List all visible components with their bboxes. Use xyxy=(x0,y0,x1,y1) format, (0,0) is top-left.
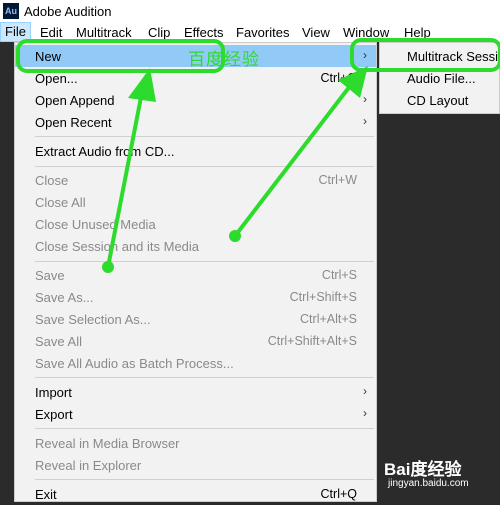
menu-clip[interactable]: Clip xyxy=(148,25,170,40)
submenu-item-label: CD Layout xyxy=(407,93,469,108)
menu-item-reveal-media-browser[interactable]: Reveal in Media Browser xyxy=(15,432,376,454)
shortcut-label: Ctrl+S xyxy=(321,268,357,282)
watermark-text: 百度经验 xyxy=(188,50,260,70)
menu-item-open[interactable]: Open... Ctrl+O xyxy=(15,67,376,89)
menu-item-import[interactable]: Import › xyxy=(15,381,376,403)
menu-item-label: New xyxy=(35,49,62,64)
submenu-item-label: Multitrack Session... xyxy=(407,49,499,64)
menu-edit[interactable]: Edit xyxy=(40,25,62,40)
menu-item-label: Extract Audio from CD... xyxy=(35,144,175,159)
menu-separator xyxy=(35,261,374,262)
audition-app-icon: Au xyxy=(3,3,19,19)
menu-item-label: Export xyxy=(35,407,73,422)
menu-separator xyxy=(35,428,374,429)
chevron-right-icon: › xyxy=(363,114,367,128)
menu-item-label: Reveal in Explorer xyxy=(35,458,142,473)
menu-item-reveal-explorer[interactable]: Reveal in Explorer xyxy=(15,454,376,476)
menu-item-label: Save As... xyxy=(35,290,94,305)
shortcut-label: Ctrl+Shift+Alt+S xyxy=(267,334,357,348)
menu-separator xyxy=(35,377,374,378)
menu-separator xyxy=(35,166,374,167)
menu-item-label: Open Recent xyxy=(35,115,112,130)
chevron-right-icon: › xyxy=(363,48,367,62)
menu-item-label: Close Unused Media xyxy=(35,217,156,232)
menu-window[interactable]: Window xyxy=(343,25,389,40)
chevron-right-icon: › xyxy=(363,384,367,398)
menu-item-close-session[interactable]: Close Session and its Media xyxy=(15,235,376,257)
chevron-right-icon: › xyxy=(363,92,367,106)
shortcut-label: Ctrl+Alt+S xyxy=(300,312,357,326)
menu-item-label: Import xyxy=(35,385,72,400)
menu-item-save-all-batch[interactable]: Save All Audio as Batch Process... xyxy=(15,352,376,374)
menu-item-label: Close All xyxy=(35,195,86,210)
app-title: Adobe Audition xyxy=(24,4,112,19)
new-submenu: Multitrack Session... Audio File... CD L… xyxy=(379,42,500,114)
chevron-right-icon: › xyxy=(363,406,367,420)
menu-file[interactable]: File xyxy=(0,22,31,42)
submenu-item-multitrack-session[interactable]: Multitrack Session... xyxy=(380,45,499,67)
baidu-url: jingyan.baidu.com xyxy=(388,478,469,489)
menu-item-close[interactable]: Close Ctrl+W xyxy=(15,169,376,191)
menu-item-label: Reveal in Media Browser xyxy=(35,436,180,451)
menu-item-label: Open Append xyxy=(35,93,115,108)
shortcut-label: Ctrl+Q xyxy=(320,487,357,501)
menu-item-label: Save All xyxy=(35,334,82,349)
menu-item-label: Close xyxy=(35,173,69,188)
menu-bar: File Edit Multitrack Clip Effects Favori… xyxy=(0,22,500,42)
menu-item-extract-audio[interactable]: Extract Audio from CD... xyxy=(15,140,376,162)
menu-item-label: Save xyxy=(35,268,65,283)
menu-item-label: Open... xyxy=(35,71,78,86)
menu-item-label: Save All Audio as Batch Process... xyxy=(35,356,234,371)
menu-item-close-unused-media[interactable]: Close Unused Media xyxy=(15,213,376,235)
menu-favorites[interactable]: Favorites xyxy=(236,25,289,40)
menu-item-exit[interactable]: Exit Ctrl+Q xyxy=(15,483,376,505)
shortcut-label: Ctrl+O xyxy=(320,71,357,85)
menu-item-label: Save Selection As... xyxy=(35,312,151,327)
menu-item-save-all[interactable]: Save All Ctrl+Shift+Alt+S xyxy=(15,330,376,352)
shortcut-label: Ctrl+Shift+S xyxy=(289,290,357,304)
title-bar: Au Adobe Audition xyxy=(0,0,500,22)
menu-help[interactable]: Help xyxy=(404,25,431,40)
menu-item-save-selection[interactable]: Save Selection As... Ctrl+Alt+S xyxy=(15,308,376,330)
submenu-item-cd-layout[interactable]: CD Layout xyxy=(380,89,499,111)
submenu-item-label: Audio File... xyxy=(407,71,476,86)
menu-item-close-all[interactable]: Close All xyxy=(15,191,376,213)
menu-multitrack[interactable]: Multitrack xyxy=(76,25,132,40)
menu-item-label: Close Session and its Media xyxy=(35,239,200,254)
menu-item-open-append[interactable]: Open Append › xyxy=(15,89,376,111)
menu-item-export[interactable]: Export › xyxy=(15,403,376,425)
baidu-logo: Bai度经验 xyxy=(384,460,462,479)
menu-item-save[interactable]: Save Ctrl+S xyxy=(15,264,376,286)
menu-separator xyxy=(35,136,374,137)
menu-item-open-recent[interactable]: Open Recent › xyxy=(15,111,376,133)
submenu-item-audio-file[interactable]: Audio File... xyxy=(380,67,499,89)
shortcut-label: Ctrl+W xyxy=(318,173,357,187)
file-menu-dropdown: New › Open... Ctrl+O Open Append › Open … xyxy=(14,42,377,502)
menu-separator xyxy=(35,479,374,480)
menu-item-save-as[interactable]: Save As... Ctrl+Shift+S xyxy=(15,286,376,308)
menu-effects[interactable]: Effects xyxy=(184,25,224,40)
menu-view[interactable]: View xyxy=(302,25,330,40)
